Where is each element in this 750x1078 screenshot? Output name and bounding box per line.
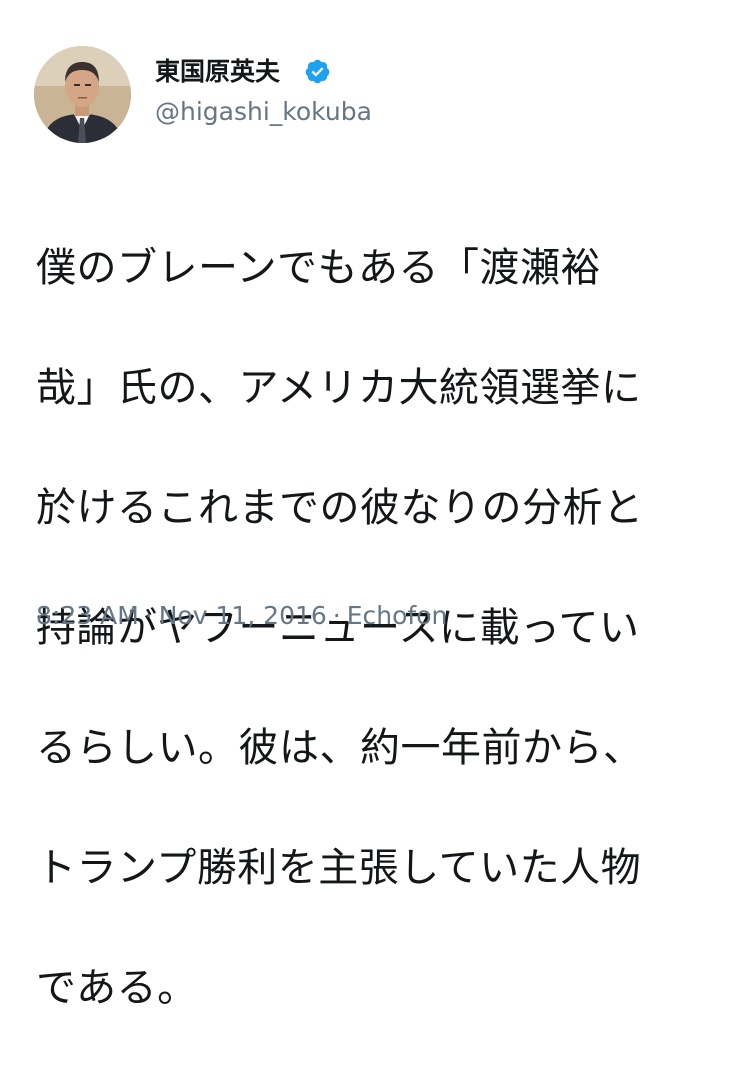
tweet-text-line: である。 [36, 965, 198, 1011]
tweet-client[interactable]: Echofon [347, 601, 448, 630]
tweet-time[interactable]: 8:23 AM [36, 601, 139, 630]
tweet-text-line: るらしい。彼は、約一年前から、 [36, 725, 644, 771]
tweet-text-line: 於けるこれまでの彼なりの分析と [36, 485, 644, 531]
tweet-date[interactable]: Nov 11, 2016 [159, 601, 327, 630]
display-name[interactable]: 東国原英夫 [155, 57, 280, 87]
tweet-text-line: 僕のブレーンでもある「渡瀬裕 [36, 245, 601, 291]
tweet-meta: 8:23 AM · Nov 11, 2016 · Echofon [36, 600, 447, 632]
tweet-text-line: トランプ勝利を主張していた人物 [36, 845, 642, 891]
profile-photo-icon [34, 46, 131, 143]
meta-separator: · [144, 601, 153, 630]
tweet-card: 東国原英夫 @higashi_kokuba 僕のブレーンでもある「渡瀬裕 哉」氏… [0, 0, 750, 1011]
avatar[interactable] [34, 46, 131, 143]
tweet-text-line: 哉」氏の、アメリカ大統領選挙に [36, 365, 642, 411]
user-handle[interactable]: @higashi_kokuba [155, 97, 372, 127]
meta-separator: · [332, 601, 341, 630]
verified-badge-icon [305, 59, 330, 84]
